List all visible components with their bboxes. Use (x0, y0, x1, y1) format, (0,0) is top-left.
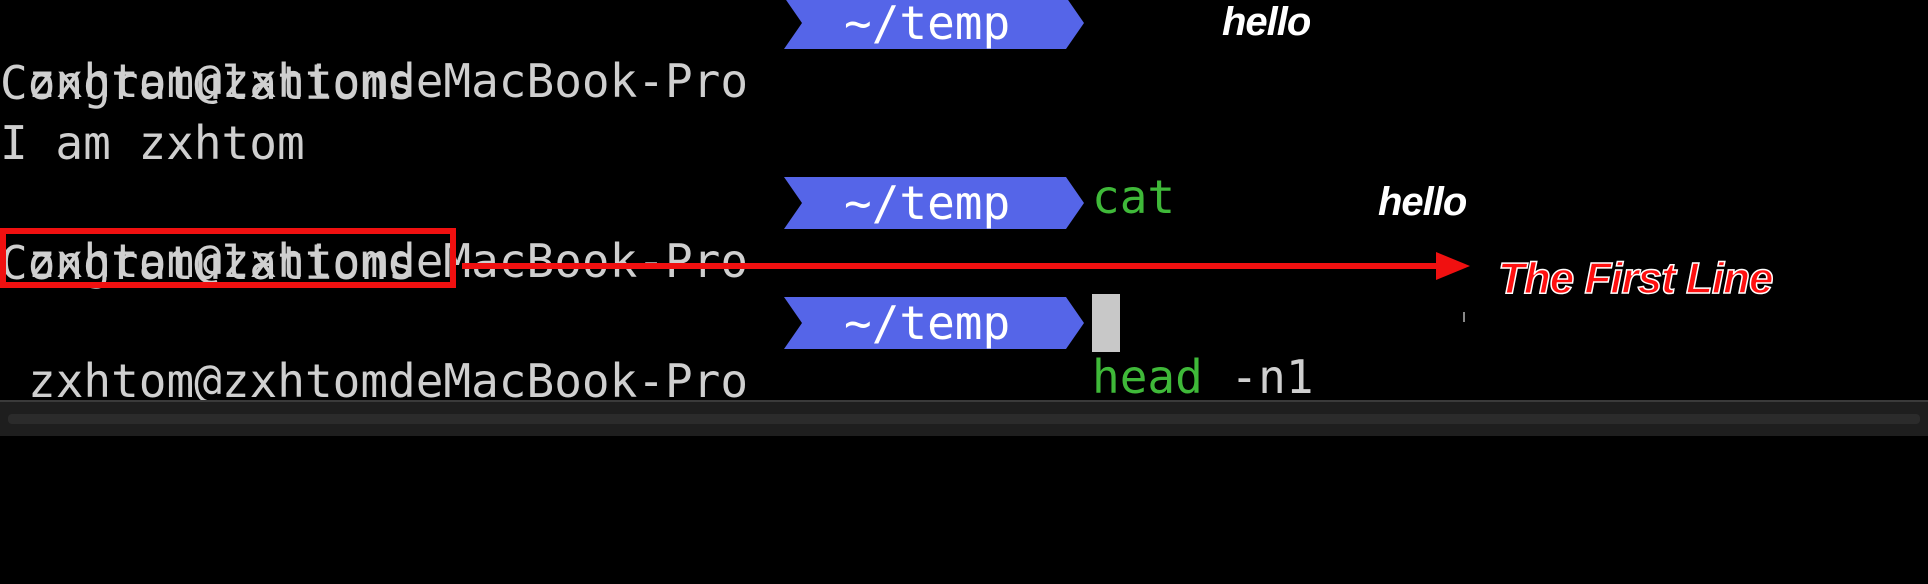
window-bottom-bar (0, 400, 1928, 436)
prompt-path: ~/temp (784, 297, 1084, 349)
cursor[interactable] (1092, 294, 1120, 352)
terminal-window[interactable]: zxhtom@zxhtomdeMacBook-Pro ~/temp cat he… (0, 0, 1928, 408)
arrow-head (1436, 252, 1470, 280)
prompt-line-3: zxhtom@zxhtomdeMacBook-Pro ~/temp (0, 294, 1928, 408)
scrollbar-track[interactable] (8, 414, 1920, 424)
